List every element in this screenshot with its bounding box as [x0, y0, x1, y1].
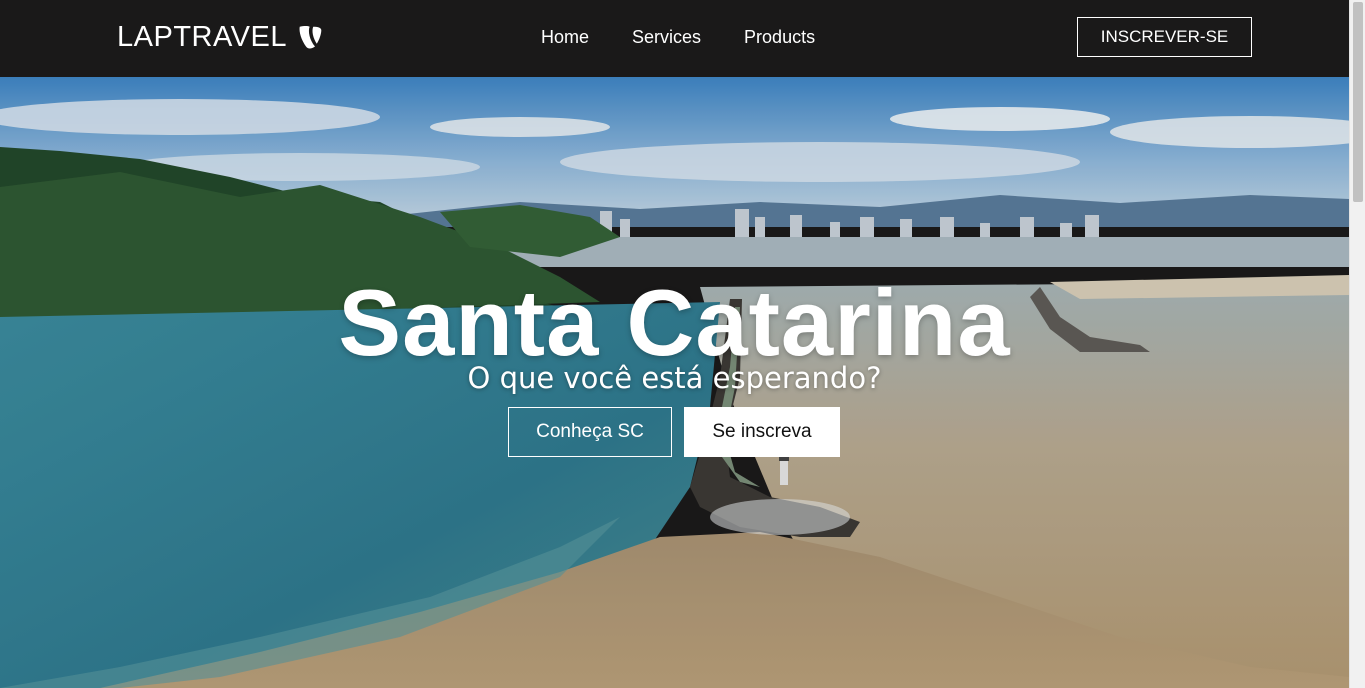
- page-scrollbar[interactable]: [1349, 0, 1365, 688]
- nav-link-services[interactable]: Services: [632, 26, 701, 48]
- page: LAPTRAVEL Home Services Products INSCREV…: [0, 0, 1349, 688]
- brand-name: LAPTRAVEL: [117, 21, 287, 53]
- hero-title: Santa Catarina: [338, 269, 1011, 375]
- typo3-logo-icon: [299, 25, 322, 49]
- subscribe-button[interactable]: Se inscreva: [684, 407, 840, 457]
- hero-actions: Conheça SC Se inscreva: [508, 407, 840, 457]
- hero-section: Santa Catarina O que você está esperando…: [0, 77, 1349, 688]
- scrollbar-thumb[interactable]: [1353, 2, 1363, 202]
- nav-link-home[interactable]: Home: [541, 26, 589, 48]
- signup-button[interactable]: INSCREVER-SE: [1077, 17, 1252, 57]
- main-nav: Home Services Products: [541, 26, 815, 48]
- brand-logo-link[interactable]: LAPTRAVEL: [117, 20, 324, 54]
- discover-sc-button[interactable]: Conheça SC: [508, 407, 672, 457]
- nav-link-products[interactable]: Products: [744, 26, 815, 48]
- navbar: LAPTRAVEL Home Services Products INSCREV…: [0, 0, 1349, 77]
- hero-subtitle: O que você está esperando?: [467, 361, 882, 395]
